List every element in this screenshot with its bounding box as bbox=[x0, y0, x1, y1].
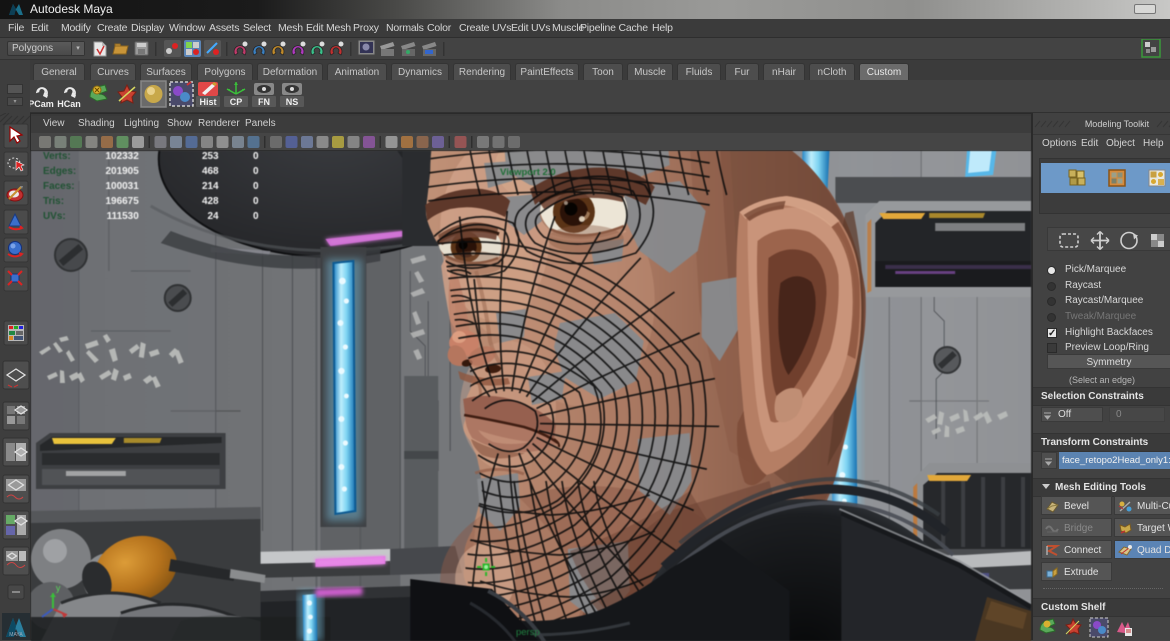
svg-text:MAYA: MAYA bbox=[9, 632, 23, 638]
svg-text:HCan: HCan bbox=[57, 99, 81, 109]
svg-text:468: 468 bbox=[202, 166, 219, 177]
svg-text:UVs:: UVs: bbox=[43, 211, 66, 222]
svg-text:100031: 100031 bbox=[105, 181, 139, 192]
svg-text:Edges:: Edges: bbox=[43, 166, 76, 177]
svg-text:0: 0 bbox=[253, 181, 259, 192]
svg-text:y: y bbox=[56, 583, 61, 593]
svg-text:FN: FN bbox=[258, 97, 270, 107]
svg-text:111530: 111530 bbox=[107, 211, 140, 222]
svg-text:0: 0 bbox=[253, 166, 259, 177]
svg-text:196675: 196675 bbox=[105, 196, 139, 207]
svg-text:Viewport 2.0: Viewport 2.0 bbox=[500, 167, 556, 178]
svg-text:428: 428 bbox=[202, 196, 219, 207]
svg-text:0: 0 bbox=[253, 151, 259, 162]
svg-text:CP: CP bbox=[230, 97, 243, 107]
svg-text:Tris:: Tris: bbox=[43, 196, 64, 207]
svg-text:201905: 201905 bbox=[105, 166, 139, 177]
svg-text:NS: NS bbox=[286, 97, 299, 107]
svg-text:persp: persp bbox=[516, 627, 540, 638]
svg-text:PCam: PCam bbox=[30, 99, 54, 109]
svg-text:0: 0 bbox=[253, 211, 259, 222]
svg-text:214: 214 bbox=[202, 181, 219, 192]
svg-text:102332: 102332 bbox=[105, 151, 139, 162]
svg-text:Modeling Toolkit: Modeling Toolkit bbox=[1085, 119, 1150, 129]
svg-text:24: 24 bbox=[208, 211, 220, 222]
svg-text:0: 0 bbox=[253, 196, 259, 207]
svg-text:Verts:: Verts: bbox=[43, 151, 71, 162]
svg-text:253: 253 bbox=[202, 151, 219, 162]
svg-text:Faces:: Faces: bbox=[43, 181, 75, 192]
svg-text:Hist: Hist bbox=[199, 97, 216, 107]
